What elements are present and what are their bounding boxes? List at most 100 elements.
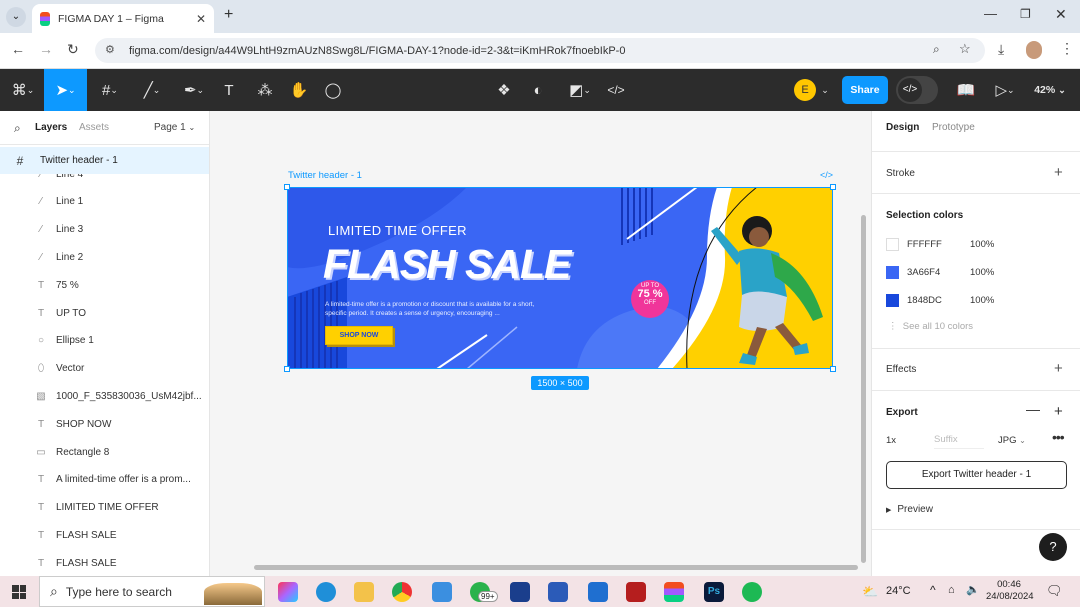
layer-row[interactable]: T SHOP NOW — [0, 410, 209, 438]
layer-row[interactable]: ⁄ Line 1 — [0, 188, 209, 216]
color-hex[interactable]: 3A66F4 — [907, 267, 970, 278]
frame-label[interactable]: Twitter header - 1 — [288, 170, 362, 181]
export-more-icon[interactable]: ••• — [1052, 429, 1065, 445]
store-icon[interactable] — [588, 582, 608, 602]
dev-code-icon[interactable]: </> — [604, 69, 628, 111]
main-menu-icon[interactable]: ⌘ ⌄ — [4, 69, 42, 111]
frame-tool-icon[interactable]: # ⌄ — [92, 69, 128, 111]
color-opacity[interactable]: 100% — [970, 239, 994, 250]
zoom-search-icon[interactable]: ⌕ — [933, 42, 940, 57]
boolean-icon[interactable]: ◩ ⌄ — [562, 69, 598, 111]
minimize-button[interactable]: — — [984, 6, 997, 21]
horizontal-scrollbar[interactable] — [254, 565, 858, 570]
export-scale[interactable]: 1x — [886, 435, 896, 446]
back-icon[interactable]: ← — [11, 41, 25, 57]
resources-icon[interactable]: ⁂ — [252, 69, 278, 111]
layer-row[interactable]: T FLASH SALE — [0, 549, 209, 576]
clock[interactable]: 00:46 24/08/2024 — [986, 579, 1034, 603]
tab-layers[interactable]: Layers — [35, 122, 67, 133]
color-swatch[interactable] — [886, 237, 899, 251]
export-button[interactable]: Export Twitter header - 1 — [886, 461, 1067, 489]
add-effect-icon[interactable]: + — [1054, 360, 1063, 377]
remove-export-icon[interactable]: — — [1026, 401, 1040, 417]
volume-icon[interactable]: 🔈 — [966, 583, 980, 596]
color-hex[interactable]: 1848DC — [907, 295, 970, 306]
tab-prototype[interactable]: Prototype — [932, 122, 975, 133]
notes-app-icon[interactable] — [510, 582, 530, 602]
spotify-icon[interactable] — [742, 582, 762, 602]
resize-handle-se[interactable] — [830, 366, 836, 372]
page-selector[interactable]: Page 1 ⌄ — [154, 122, 195, 133]
frame-dev-icon[interactable]: </> — [820, 170, 833, 180]
comment-tool-icon[interactable]: ◯ — [320, 69, 346, 111]
resize-handle-ne[interactable] — [830, 184, 836, 190]
layer-row[interactable]: ⁄ Line 3 — [0, 216, 209, 244]
figma-taskbar-icon[interactable] — [664, 582, 684, 602]
selection-color-row[interactable]: 1848DC 100% — [886, 292, 1066, 308]
layer-row[interactable]: ⁄ Line 2 — [0, 243, 209, 271]
restore-button[interactable]: ❐ — [1020, 7, 1031, 21]
help-button[interactable]: ? — [1039, 533, 1067, 561]
color-opacity[interactable]: 100% — [970, 295, 994, 306]
preview-toggle[interactable]: ▶ Preview — [886, 504, 933, 515]
new-tab-button[interactable]: + — [224, 6, 233, 24]
library-icon[interactable]: 📖 — [954, 69, 978, 111]
export-suffix-input[interactable]: Suffix — [934, 431, 984, 449]
tray-chevron-icon[interactable]: ^ — [930, 583, 936, 597]
selection-color-row[interactable]: 3A66F4 100% — [886, 264, 1066, 280]
color-hex[interactable]: FFFFFF — [907, 239, 970, 250]
zoom-control[interactable]: 42% ⌄ — [1030, 69, 1070, 111]
design-canvas[interactable]: Twitter header - 1 </> LIMITED TIME OFFE… — [210, 111, 871, 576]
network-icon[interactable]: ⌂ — [948, 584, 955, 596]
user-avatar[interactable]: E — [794, 79, 816, 101]
taskbar-search-box[interactable]: ⌕ Type here to search — [39, 576, 265, 607]
hand-tool-icon[interactable]: ✋ — [286, 69, 312, 111]
windows-start-icon[interactable] — [12, 585, 26, 599]
forward-icon[interactable]: → — [39, 41, 53, 57]
layer-row[interactable]: T FLASH SALE — [0, 521, 209, 549]
tab-design[interactable]: Design — [886, 122, 919, 133]
download-icon[interactable]: ⤓ — [998, 41, 1004, 58]
resize-handle-sw[interactable] — [284, 366, 290, 372]
layer-row[interactable]: T UP TO — [0, 299, 209, 327]
layer-row[interactable]: T A limited-time offer is a prom... — [0, 466, 209, 494]
pen-tool-icon[interactable]: ✒ ⌄ — [176, 69, 212, 111]
tab-assets[interactable]: Assets — [79, 122, 109, 133]
layer-row[interactable]: ⬯ Vector — [0, 355, 209, 383]
layer-row[interactable]: T 75 % — [0, 271, 209, 299]
bookmark-star-icon[interactable]: ☆ — [959, 41, 971, 57]
copilot-icon[interactable] — [278, 582, 298, 602]
word-icon[interactable] — [548, 582, 568, 602]
layer-row[interactable]: ○ Ellipse 1 — [0, 327, 209, 355]
tab-list-button[interactable]: ⌄ — [6, 7, 26, 27]
resize-handle-nw[interactable] — [284, 184, 290, 190]
layer-row[interactable]: T LIMITED TIME OFFER — [0, 494, 209, 522]
photos-icon[interactable] — [432, 582, 452, 602]
tab-close-icon[interactable]: ✕ — [196, 12, 206, 26]
add-stroke-icon[interactable]: + — [1054, 164, 1063, 181]
vertical-scrollbar[interactable] — [861, 215, 866, 563]
mask-icon[interactable]: ◐ — [526, 69, 550, 111]
photoshop-icon[interactable]: Ps — [704, 582, 724, 602]
component-icon[interactable]: ❖ — [492, 69, 516, 111]
file-explorer-icon[interactable] — [354, 582, 374, 602]
window-close-button[interactable]: ✕ — [1055, 6, 1067, 23]
move-tool-icon[interactable]: ➤ ⌄ — [44, 69, 87, 111]
reload-icon[interactable]: ↻ — [67, 41, 79, 58]
text-tool-icon[interactable]: T — [216, 69, 242, 111]
dev-mode-toggle[interactable]: </> — [896, 76, 938, 104]
add-export-icon[interactable]: + — [1054, 403, 1063, 420]
line-tool-icon[interactable]: ╱ ⌄ — [134, 69, 170, 111]
see-all-colors-link[interactable]: ⋮ See all 10 colors — [888, 321, 973, 332]
url-field[interactable]: ⚙ figma.com/design/a44W9LhtH9zmAUzN8Swg8… — [95, 38, 985, 63]
color-swatch[interactable] — [886, 293, 899, 307]
export-format-select[interactable]: JPG ⌄ — [998, 435, 1026, 446]
edge-icon[interactable] — [316, 582, 336, 602]
present-icon[interactable]: ▷ ⌄ — [990, 69, 1020, 111]
profile-avatar[interactable] — [1026, 41, 1042, 59]
layer-row[interactable]: ▭ Rectangle 8 — [0, 438, 209, 466]
temperature[interactable]: 24°C — [886, 585, 911, 597]
site-info-icon[interactable]: ⚙ — [105, 43, 115, 56]
share-button[interactable]: Share — [842, 76, 888, 104]
browser-tab[interactable]: FIGMA DAY 1 – Figma ✕ — [32, 4, 214, 33]
